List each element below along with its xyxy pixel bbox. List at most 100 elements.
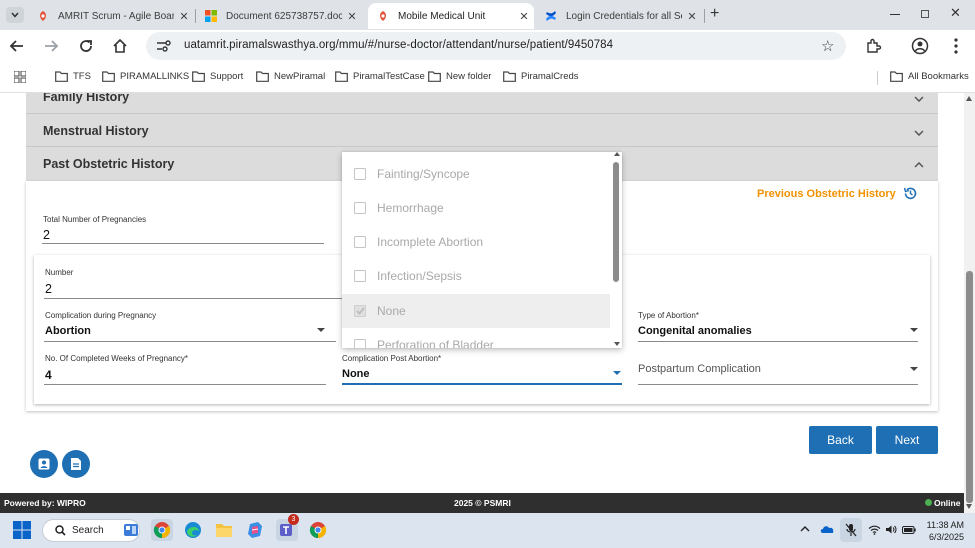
completed-weeks-input[interactable]: 4 — [45, 368, 52, 382]
dropdown-arrow-icon[interactable] — [317, 328, 325, 332]
bookmark-support[interactable]: Support — [192, 71, 243, 82]
bookmark-tfs[interactable]: TFS — [55, 71, 91, 82]
option-label: Perforation of Bladder — [377, 338, 494, 348]
dropdown-scroll-thumb[interactable] — [613, 162, 619, 282]
windows-start-icon[interactable] — [11, 519, 33, 541]
clock-time[interactable]: 11:38 AM — [924, 520, 964, 530]
total-pregnancies-input[interactable]: 2 — [43, 228, 50, 242]
checkbox[interactable] — [354, 270, 366, 282]
bookmark-piramaltestcase[interactable]: PiramalTestCase — [335, 71, 425, 82]
search-label: Search — [72, 525, 104, 536]
chrome-taskbar-icon[interactable] — [151, 519, 173, 541]
patient-card-button[interactable] — [30, 450, 58, 478]
bookmark-star-icon[interactable]: ☆ — [821, 37, 834, 55]
complication-post-abortion-select[interactable]: None — [342, 368, 370, 380]
bookmark-label: PIRAMALLINKS — [120, 71, 190, 82]
scroll-down-icon[interactable] — [614, 342, 620, 346]
close-icon[interactable]: ✕ — [342, 10, 362, 23]
tab-search-button[interactable] — [6, 7, 24, 23]
bookmark-piramalcreds[interactable]: PiramalCreds — [503, 71, 579, 82]
restore-icon[interactable] — [921, 10, 929, 18]
type-of-abortion-select[interactable]: Congenital anomalies — [638, 325, 752, 337]
clock-date[interactable]: 6/3/2025 — [924, 532, 964, 542]
bookmark-new-folder[interactable]: New folder — [428, 71, 491, 82]
forward-arrow-icon[interactable] — [42, 37, 60, 55]
page-scroll-thumb[interactable] — [966, 271, 973, 503]
option-fainting-syncope[interactable]: Fainting/Syncope — [342, 157, 610, 191]
checkbox-checked[interactable] — [354, 305, 366, 317]
browser-toolbar: uatamrit.piramalswasthya.org/mmu/#/nurse… — [0, 30, 975, 63]
next-button[interactable]: Next — [876, 426, 938, 454]
scroll-down-icon[interactable] — [966, 504, 972, 509]
dropdown-arrow-icon[interactable] — [613, 371, 621, 375]
complication-post-abortion-options: Fainting/Syncope Hemorrhage Incomplete A… — [342, 152, 622, 348]
wifi-icon[interactable] — [868, 525, 881, 535]
accordion-menstrual-history[interactable]: Menstrual History — [26, 114, 938, 146]
close-icon[interactable]: ✕ — [514, 10, 534, 23]
number-input[interactable]: 2 — [45, 282, 52, 296]
chrome-taskbar-icon-2[interactable] — [307, 519, 329, 541]
onedrive-icon[interactable] — [820, 524, 835, 534]
document-button[interactable] — [62, 450, 90, 478]
bookmark-newpiramal[interactable]: NewPiramal — [256, 71, 325, 82]
scroll-up-icon[interactable] — [614, 152, 620, 156]
page-scrollbar[interactable] — [964, 93, 975, 513]
widgets-icon[interactable] — [120, 519, 142, 541]
copyright: 2025 © PSMRI — [454, 498, 511, 508]
link-label: Previous Obstetric History — [757, 187, 896, 200]
postpartum-complication-select[interactable]: Postpartum Complication — [638, 363, 761, 375]
bookmark-label: PiramalTestCase — [353, 71, 425, 82]
option-infection-sepsis[interactable]: Infection/Sepsis — [342, 259, 610, 293]
bookmark-piramallinks[interactable]: PIRAMALLINKS — [102, 71, 189, 82]
address-bar[interactable]: uatamrit.piramalswasthya.org/mmu/#/nurse… — [146, 32, 846, 60]
previous-obstetric-history-link[interactable]: Previous Obstetric History — [757, 186, 918, 201]
tab-amrit-scrum[interactable]: AMRIT Scrum - Agile Board ✕ — [28, 3, 194, 29]
tab-title: Mobile Medical Unit — [398, 10, 486, 22]
option-none[interactable]: None — [342, 294, 610, 328]
new-tab-button[interactable]: + — [710, 5, 719, 23]
teams-taskbar-icon[interactable]: 3 — [276, 514, 299, 541]
dropdown-arrow-icon[interactable] — [910, 367, 918, 371]
home-icon[interactable] — [111, 37, 129, 55]
folder-icon — [192, 71, 205, 82]
scroll-up-icon[interactable] — [966, 96, 972, 101]
all-bookmarks[interactable]: All Bookmarks — [890, 71, 969, 82]
microphone-muted-icon[interactable] — [840, 518, 862, 542]
option-incomplete-abortion[interactable]: Incomplete Abortion — [342, 225, 610, 259]
type-of-abortion-label: Type of Abortion* — [638, 311, 699, 320]
back-arrow-icon[interactable] — [8, 37, 26, 55]
accordion-family-history[interactable]: Family History — [26, 93, 938, 113]
chevron-up-icon[interactable] — [800, 526, 810, 532]
checkbox[interactable] — [354, 202, 366, 214]
complication-pregnancy-select[interactable]: Abortion — [45, 325, 91, 337]
tab-document[interactable]: Document 625738757.docx ✕ — [196, 3, 362, 29]
minimize-icon[interactable] — [890, 14, 900, 15]
close-icon[interactable]: ✕ — [682, 10, 702, 23]
extensions-icon[interactable] — [864, 37, 882, 55]
file-explorer-icon[interactable] — [213, 519, 235, 541]
battery-icon[interactable] — [902, 526, 916, 534]
volume-icon[interactable] — [885, 524, 897, 535]
tab-mobile-medical-unit[interactable]: Mobile Medical Unit ✕ — [368, 3, 534, 29]
back-button[interactable]: Back — [809, 426, 872, 454]
checkbox[interactable] — [354, 339, 366, 348]
option-hemorrhage[interactable]: Hemorrhage — [342, 191, 610, 225]
close-icon[interactable]: ✕ — [174, 10, 194, 23]
menu-kebab-icon[interactable] — [954, 38, 958, 54]
checkbox[interactable] — [354, 236, 366, 248]
total-pregnancies-label: Total Number of Pregnancies — [43, 215, 147, 224]
apps-grid-icon[interactable] — [14, 71, 26, 83]
option-perforation-of-bladder[interactable]: Perforation of Bladder — [342, 328, 610, 348]
reload-icon[interactable] — [77, 37, 95, 55]
folder-icon — [256, 71, 269, 82]
close-window-icon[interactable]: ✕ — [950, 5, 961, 21]
site-settings-icon[interactable] — [156, 39, 172, 53]
dropdown-scrollbar[interactable] — [612, 152, 622, 348]
profile-avatar-icon[interactable] — [911, 37, 929, 55]
tab-login-credentials[interactable]: Login Credentials for all Ser ✕ — [536, 3, 702, 29]
edge-taskbar-icon[interactable] — [182, 519, 204, 541]
dropdown-arrow-icon[interactable] — [910, 328, 918, 332]
folder-icon — [428, 71, 441, 82]
checkbox[interactable] — [354, 168, 366, 180]
microsoft-365-icon[interactable] — [244, 519, 266, 541]
